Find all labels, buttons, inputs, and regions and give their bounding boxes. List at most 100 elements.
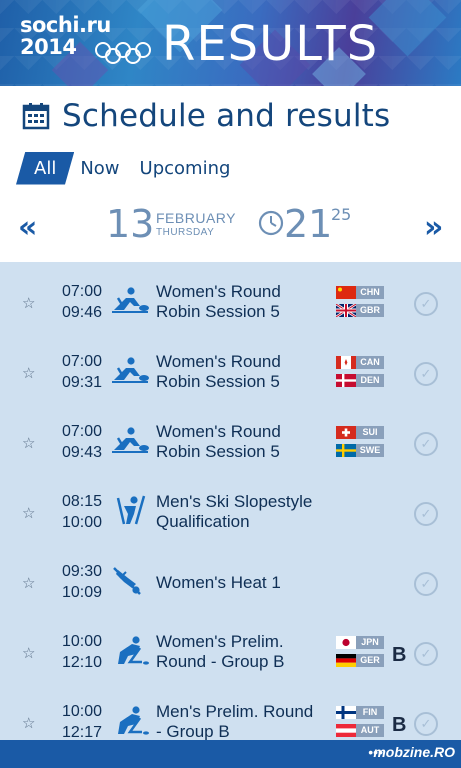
denmark-flag-icon bbox=[336, 374, 356, 387]
clock-icon bbox=[258, 210, 284, 236]
list-item[interactable]: ☆ 07:00 09:43 Women's Round Robin Session 5… bbox=[0, 402, 461, 472]
list-item[interactable]: ☆ 10:00 12:17 Men's Prelim. Round - Group B… bbox=[0, 682, 461, 740]
time-minute: 25 bbox=[331, 205, 352, 224]
check-icon[interactable]: ✓ bbox=[414, 572, 438, 596]
page-title-row: Schedule and results bbox=[22, 96, 390, 136]
event-title-line1: Men's Prelim. Round bbox=[156, 702, 314, 721]
curling-icon bbox=[110, 284, 150, 323]
team-badge: DEN bbox=[336, 374, 384, 387]
favorite-star-icon[interactable]: ☆ bbox=[22, 434, 35, 452]
filter-tabs: All Now Upcoming bbox=[16, 150, 250, 186]
favorite-star-icon[interactable]: ☆ bbox=[22, 364, 35, 382]
favorite-star-icon[interactable]: ☆ bbox=[22, 504, 35, 522]
tab-upcoming[interactable]: Upcoming bbox=[140, 158, 231, 179]
group-label: B bbox=[392, 644, 407, 666]
logo-text: sochi.ru bbox=[20, 13, 111, 37]
event-end-time: 12:17 bbox=[62, 724, 103, 740]
favorite-star-icon[interactable]: ☆ bbox=[22, 294, 35, 312]
app-bar: ••• mobzine.RO bbox=[0, 740, 461, 768]
event-title-line2: Robin Session 5 bbox=[156, 302, 280, 321]
event-end-time: 12:10 bbox=[62, 654, 103, 671]
ice-hockey-icon bbox=[110, 634, 150, 673]
event-start-time: 09:30 bbox=[62, 563, 103, 580]
team-badge: GBR bbox=[336, 304, 384, 317]
check-icon[interactable]: ✓ bbox=[414, 642, 438, 666]
banner-title: RESULTS bbox=[162, 16, 379, 72]
check-icon[interactable]: ✓ bbox=[414, 502, 438, 526]
event-title-line2: Robin Session 5 bbox=[156, 442, 280, 461]
sochi-logo: sochi.ru 2014 bbox=[20, 13, 151, 70]
check-icon[interactable]: ✓ bbox=[414, 712, 438, 736]
event-start-time: 07:00 bbox=[62, 353, 103, 370]
event-start-time: 10:00 bbox=[62, 633, 103, 650]
sweden-flag-icon bbox=[336, 444, 356, 457]
date-weekday: THURSDAY bbox=[156, 227, 215, 238]
event-title: Women's Heat 1 bbox=[156, 573, 281, 592]
china-flag-icon bbox=[336, 286, 356, 299]
team-code: FIN bbox=[356, 706, 384, 719]
event-end-time: 10:00 bbox=[62, 514, 103, 531]
page-title: Schedule and results bbox=[62, 98, 391, 134]
austria-flag-icon bbox=[336, 724, 356, 737]
team-code: GER bbox=[356, 654, 384, 667]
event-end-time: 09:43 bbox=[62, 444, 103, 461]
tab-all[interactable]: All bbox=[16, 151, 75, 185]
event-title-line2: - Group B bbox=[156, 722, 230, 740]
list-item[interactable]: ☆ 10:00 12:10 Women's Prelim. Round - Group… bbox=[0, 612, 461, 682]
curling-icon bbox=[110, 354, 150, 393]
list-item[interactable]: ☆ 07:00 09:46 Women's Round Robin Session 5… bbox=[0, 262, 461, 332]
date-day: 13 bbox=[106, 202, 155, 246]
event-title-line1: Men's Ski Slopestyle bbox=[156, 492, 313, 511]
tab-now[interactable]: Now bbox=[80, 158, 119, 179]
date-selector: « 13 FEBRUARY THURSDAY 21 25 » bbox=[0, 200, 461, 250]
canada-flag-icon bbox=[336, 356, 356, 369]
event-title-line1: Women's Round bbox=[156, 352, 281, 371]
next-day-button[interactable]: » bbox=[424, 210, 443, 245]
event-list: ☆ 07:00 09:46 Women's Round Robin Session 5… bbox=[0, 262, 461, 740]
list-item[interactable]: ☆ 07:00 09:31 Women's Round Robin Session 5… bbox=[0, 332, 461, 402]
team-badge: CAN bbox=[336, 356, 384, 369]
list-item[interactable]: ☆ 09:30 10:09 Women's Heat 1 ✓ bbox=[0, 542, 461, 612]
event-title-line1: Women's Round bbox=[156, 282, 281, 301]
header-banner: sochi.ru 2014 RESULTS bbox=[0, 0, 461, 86]
team-badge: SUI bbox=[336, 426, 384, 439]
germany-flag-icon bbox=[336, 654, 356, 667]
favorite-star-icon[interactable]: ☆ bbox=[22, 644, 35, 662]
team-code: GBR bbox=[356, 304, 384, 317]
ski-slopestyle-icon bbox=[110, 494, 150, 533]
event-title-line1: Women's Round bbox=[156, 422, 281, 441]
team-badge: JPN bbox=[336, 636, 384, 649]
previous-day-button[interactable]: « bbox=[18, 210, 37, 245]
check-icon[interactable]: ✓ bbox=[414, 432, 438, 456]
team-badge: SWE bbox=[336, 444, 384, 457]
team-code: DEN bbox=[356, 374, 384, 387]
event-end-time: 09:46 bbox=[62, 304, 103, 321]
japan-flag-icon bbox=[336, 636, 356, 649]
team-code: AUT bbox=[356, 724, 384, 737]
event-end-time: 10:09 bbox=[62, 584, 103, 601]
check-icon[interactable]: ✓ bbox=[414, 292, 438, 316]
finland-flag-icon bbox=[336, 706, 356, 719]
event-title-line2: Robin Session 5 bbox=[156, 372, 280, 391]
event-start-time: 07:00 bbox=[62, 423, 103, 440]
team-code: JPN bbox=[356, 636, 384, 649]
time-hour: 21 bbox=[284, 202, 333, 246]
team-badge: AUT bbox=[336, 724, 384, 737]
ski-cross-icon bbox=[110, 564, 150, 603]
switzerland-flag-icon bbox=[336, 426, 356, 439]
uk-flag-icon bbox=[336, 304, 356, 317]
event-start-time: 10:00 bbox=[62, 703, 103, 720]
check-icon[interactable]: ✓ bbox=[414, 362, 438, 386]
team-badge: FIN bbox=[336, 706, 384, 719]
event-title-line2: Qualification bbox=[156, 512, 250, 531]
favorite-star-icon[interactable]: ☆ bbox=[22, 714, 35, 732]
team-code: SWE bbox=[356, 444, 384, 457]
list-item[interactable]: ☆ 08:15 10:00 Men's Ski Slopestyle Qualific… bbox=[0, 472, 461, 542]
team-code: CHN bbox=[356, 286, 384, 299]
event-start-time: 08:15 bbox=[62, 493, 103, 510]
curling-icon bbox=[110, 424, 150, 463]
team-code: CAN bbox=[356, 356, 384, 369]
calendar-icon bbox=[22, 103, 50, 130]
team-badge: GER bbox=[336, 654, 384, 667]
favorite-star-icon[interactable]: ☆ bbox=[22, 574, 35, 592]
